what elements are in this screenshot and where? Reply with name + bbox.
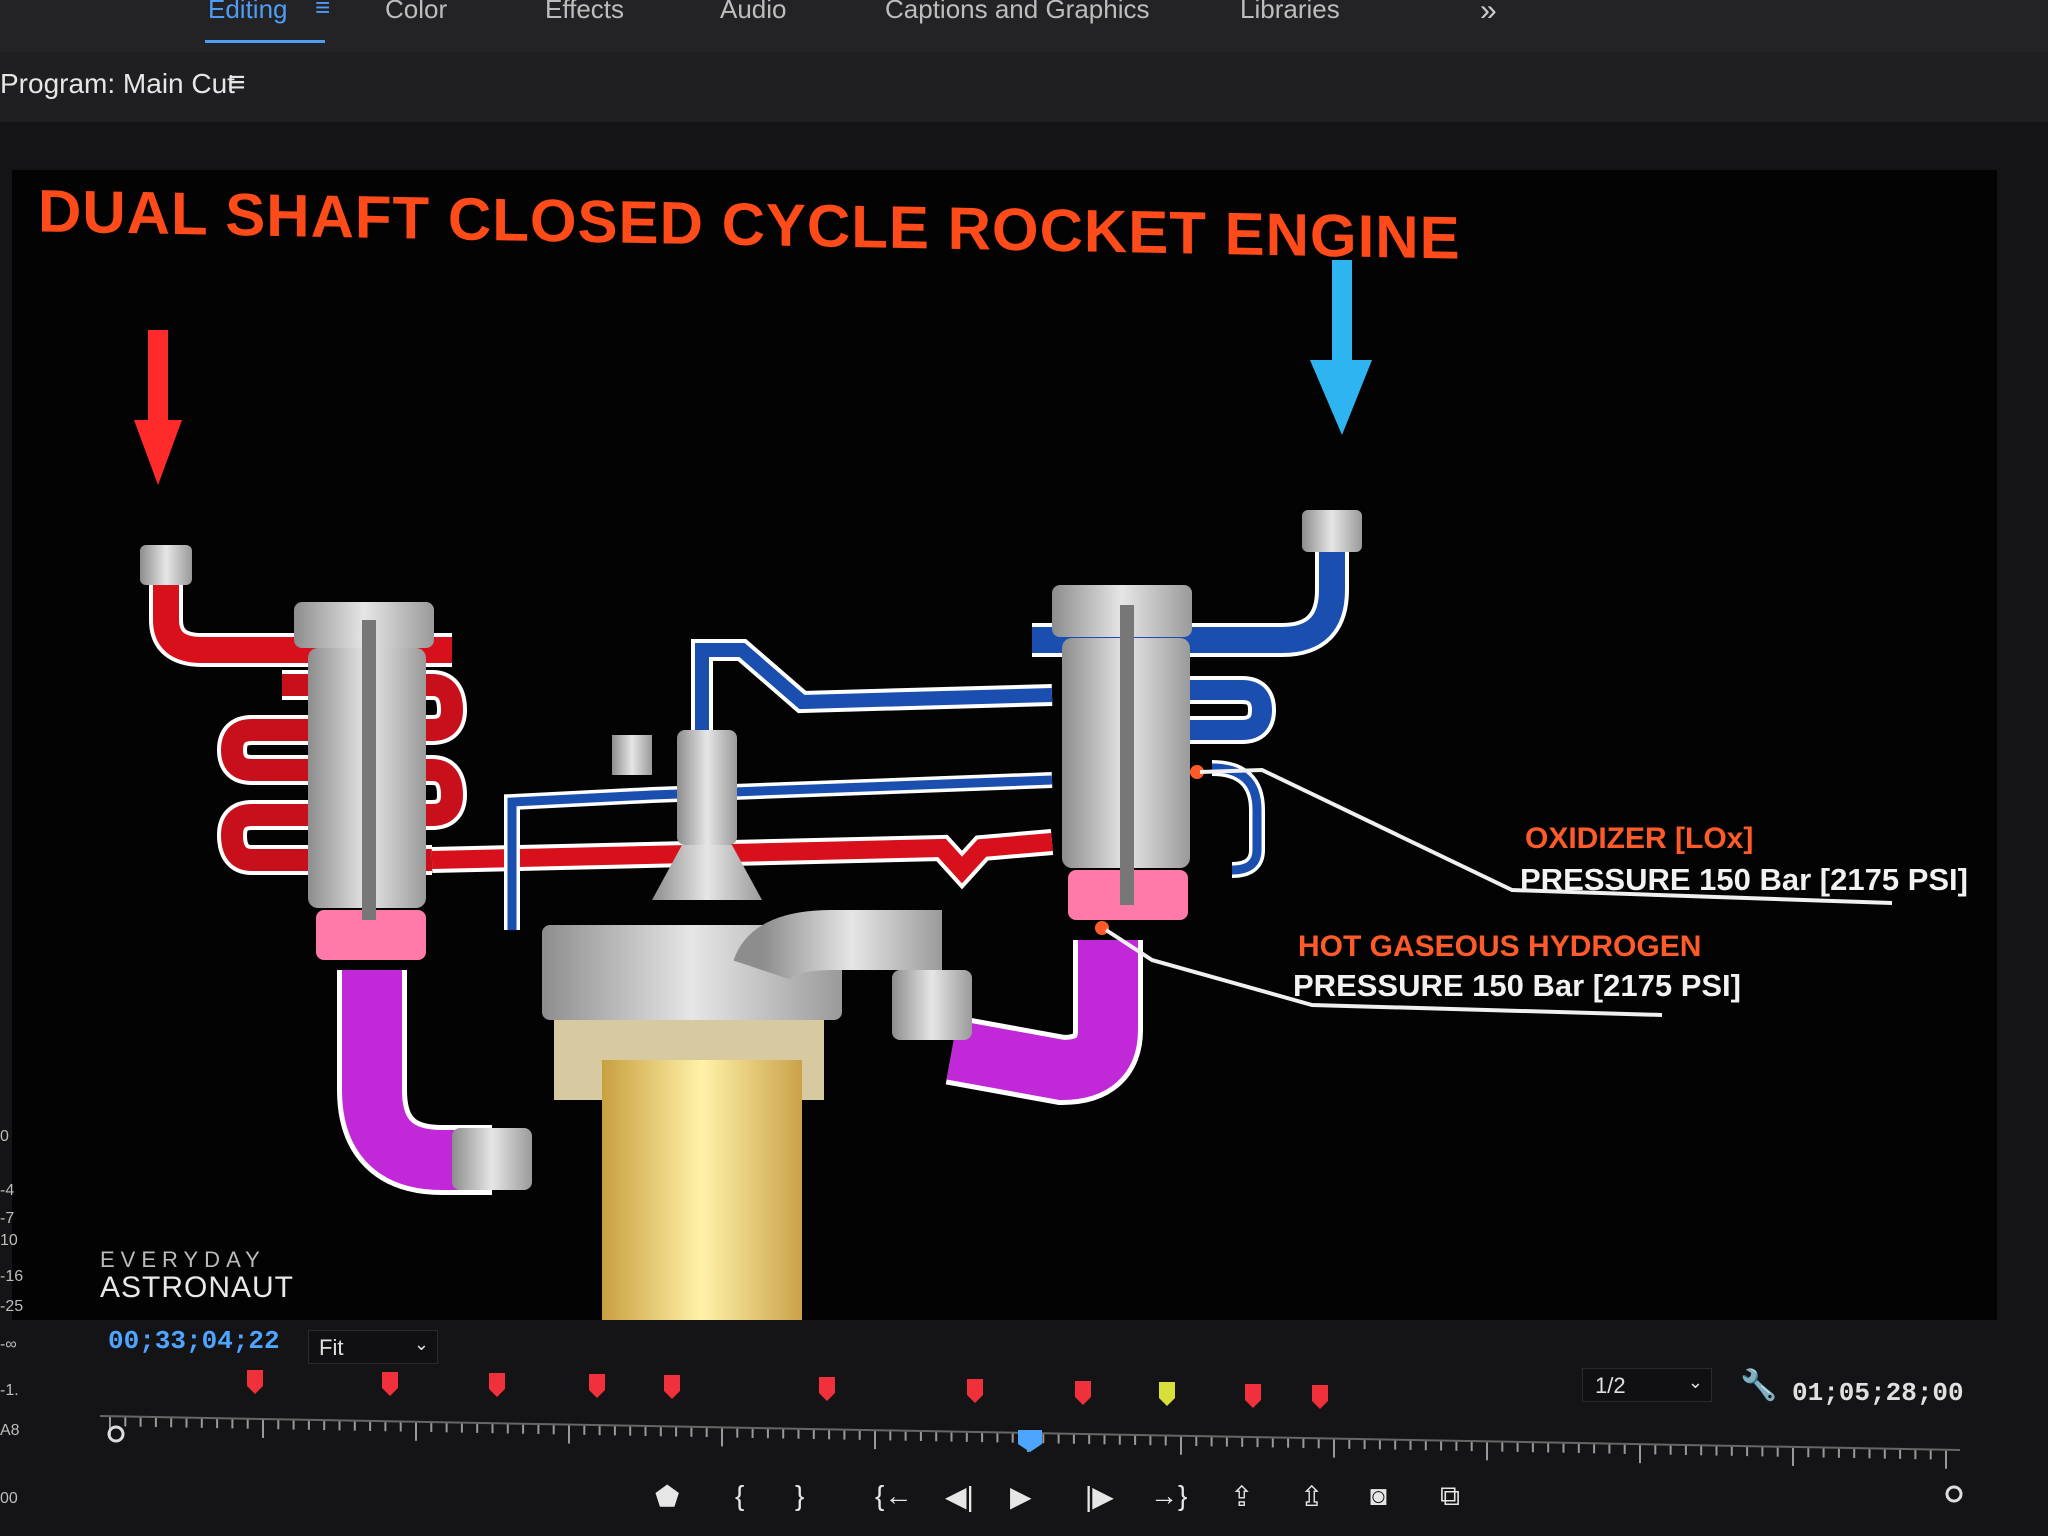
mark-out-button[interactable]: } bbox=[795, 1480, 804, 1512]
watermark-line-1: EVERYDAY bbox=[100, 1247, 266, 1272]
chevron-down-icon: ⌄ bbox=[413, 1334, 429, 1354]
engine-diagram bbox=[134, 260, 1893, 1320]
fuel-turbopump bbox=[294, 602, 434, 960]
extract-button[interactable]: ⇫ bbox=[1300, 1480, 1323, 1513]
tab-color[interactable]: Color bbox=[385, 0, 447, 25]
comparison-view-button[interactable]: ⧉ bbox=[1440, 1480, 1460, 1513]
program-monitor-title[interactable]: Program: Main Cut bbox=[0, 68, 235, 100]
lift-button[interactable]: ⇪ bbox=[1230, 1480, 1253, 1513]
hydrogen-pressure: PRESSURE 150 Bar [2175 PSI] bbox=[1293, 968, 1741, 1003]
step-forward-button[interactable]: |▶ bbox=[1085, 1480, 1114, 1513]
export-frame-button[interactable]: ◙ bbox=[1370, 1480, 1387, 1512]
timeline-marker[interactable] bbox=[1075, 1381, 1091, 1405]
workspace-menu-icon[interactable]: ≡ bbox=[315, 0, 330, 23]
timeline-markers bbox=[247, 1370, 1328, 1409]
tab-libraries[interactable]: Libraries bbox=[1240, 0, 1340, 25]
timeline-marker[interactable] bbox=[1159, 1382, 1175, 1406]
add-marker-button[interactable]: ⬟ bbox=[655, 1480, 679, 1513]
timeline-marker[interactable] bbox=[1245, 1384, 1261, 1408]
go-to-out-button[interactable]: →} bbox=[1150, 1480, 1187, 1512]
meter-scale-label: -16 bbox=[0, 1268, 24, 1285]
oxidizer-label: OXIDIZER [LOx] bbox=[1525, 822, 1754, 855]
tab-audio[interactable]: Audio bbox=[720, 0, 787, 25]
watermark-line-2: ASTRONAUT bbox=[100, 1271, 294, 1304]
program-monitor-header bbox=[0, 52, 2048, 124]
go-to-in-button[interactable]: {← bbox=[875, 1480, 912, 1512]
combustion-chamber bbox=[542, 910, 942, 1320]
step-back-button[interactable]: ◀| bbox=[945, 1480, 974, 1513]
workspace-bar: Editing ≡ Color Effects Audio Captions a… bbox=[0, 0, 2048, 53]
meter-scale-label: -7 bbox=[0, 1210, 15, 1227]
zoom-select[interactable]: Fit ⌄ bbox=[308, 1330, 438, 1364]
oxidizer-inlet-arrow bbox=[1310, 260, 1372, 435]
zoom-value: Fit bbox=[319, 1335, 344, 1360]
meter-scale-label: 10 bbox=[0, 1232, 18, 1249]
transport-controls: ⬟ {} {← ◀| ▶ |▶ →} ⇪ ⇫ ◙ ⧉ bbox=[0, 1480, 2048, 1536]
meter-scale-label: -4 bbox=[0, 1182, 15, 1199]
meter-scale-label: -1. bbox=[0, 1382, 19, 1399]
meter-scale-label: 0 bbox=[0, 1128, 9, 1145]
timeline-marker[interactable] bbox=[382, 1372, 398, 1396]
hydrogen-label: HOT GASEOUS HYDROGEN bbox=[1298, 930, 1702, 963]
timeline-marker[interactable] bbox=[247, 1370, 263, 1394]
play-button[interactable]: ▶ bbox=[1010, 1480, 1032, 1513]
fuel-inlet-arrow bbox=[134, 330, 182, 485]
meter-scale-label: -25 bbox=[0, 1298, 24, 1315]
meter-scale-label: 00 bbox=[0, 1490, 18, 1507]
in-point-handle[interactable] bbox=[107, 1425, 125, 1443]
timeline-marker[interactable] bbox=[967, 1379, 983, 1403]
video-frame bbox=[12, 170, 1997, 1320]
meter-scale-label: A8 bbox=[0, 1422, 20, 1439]
active-tab-underline bbox=[205, 40, 325, 43]
everyday-astronaut-logo: EVERYDAY ASTRONAUT bbox=[100, 1245, 300, 1307]
current-timecode[interactable]: 00;33;04;22 bbox=[108, 1326, 280, 1356]
tab-effects[interactable]: Effects bbox=[545, 0, 624, 25]
timeline-marker[interactable] bbox=[664, 1375, 680, 1399]
oxidizer-pressure: PRESSURE 150 Bar [2175 PSI] bbox=[1520, 862, 1968, 897]
mark-in-button[interactable]: { bbox=[735, 1480, 744, 1512]
tab-editing[interactable]: Editing bbox=[208, 0, 288, 25]
timeline-marker[interactable] bbox=[819, 1377, 835, 1401]
timeline-marker[interactable] bbox=[1312, 1385, 1328, 1409]
hamburger-menu-icon[interactable]: ≡ bbox=[228, 66, 246, 100]
playhead[interactable] bbox=[1018, 1430, 1042, 1452]
meter-scale-label: -∞ bbox=[0, 1336, 17, 1353]
double-chevron-right-icon[interactable]: » bbox=[1480, 0, 1497, 28]
tab-captions-and-graphics[interactable]: Captions and Graphics bbox=[885, 0, 1149, 25]
central-injector bbox=[612, 730, 762, 900]
timeline-marker[interactable] bbox=[589, 1374, 605, 1398]
timeline-marker[interactable] bbox=[489, 1373, 505, 1397]
